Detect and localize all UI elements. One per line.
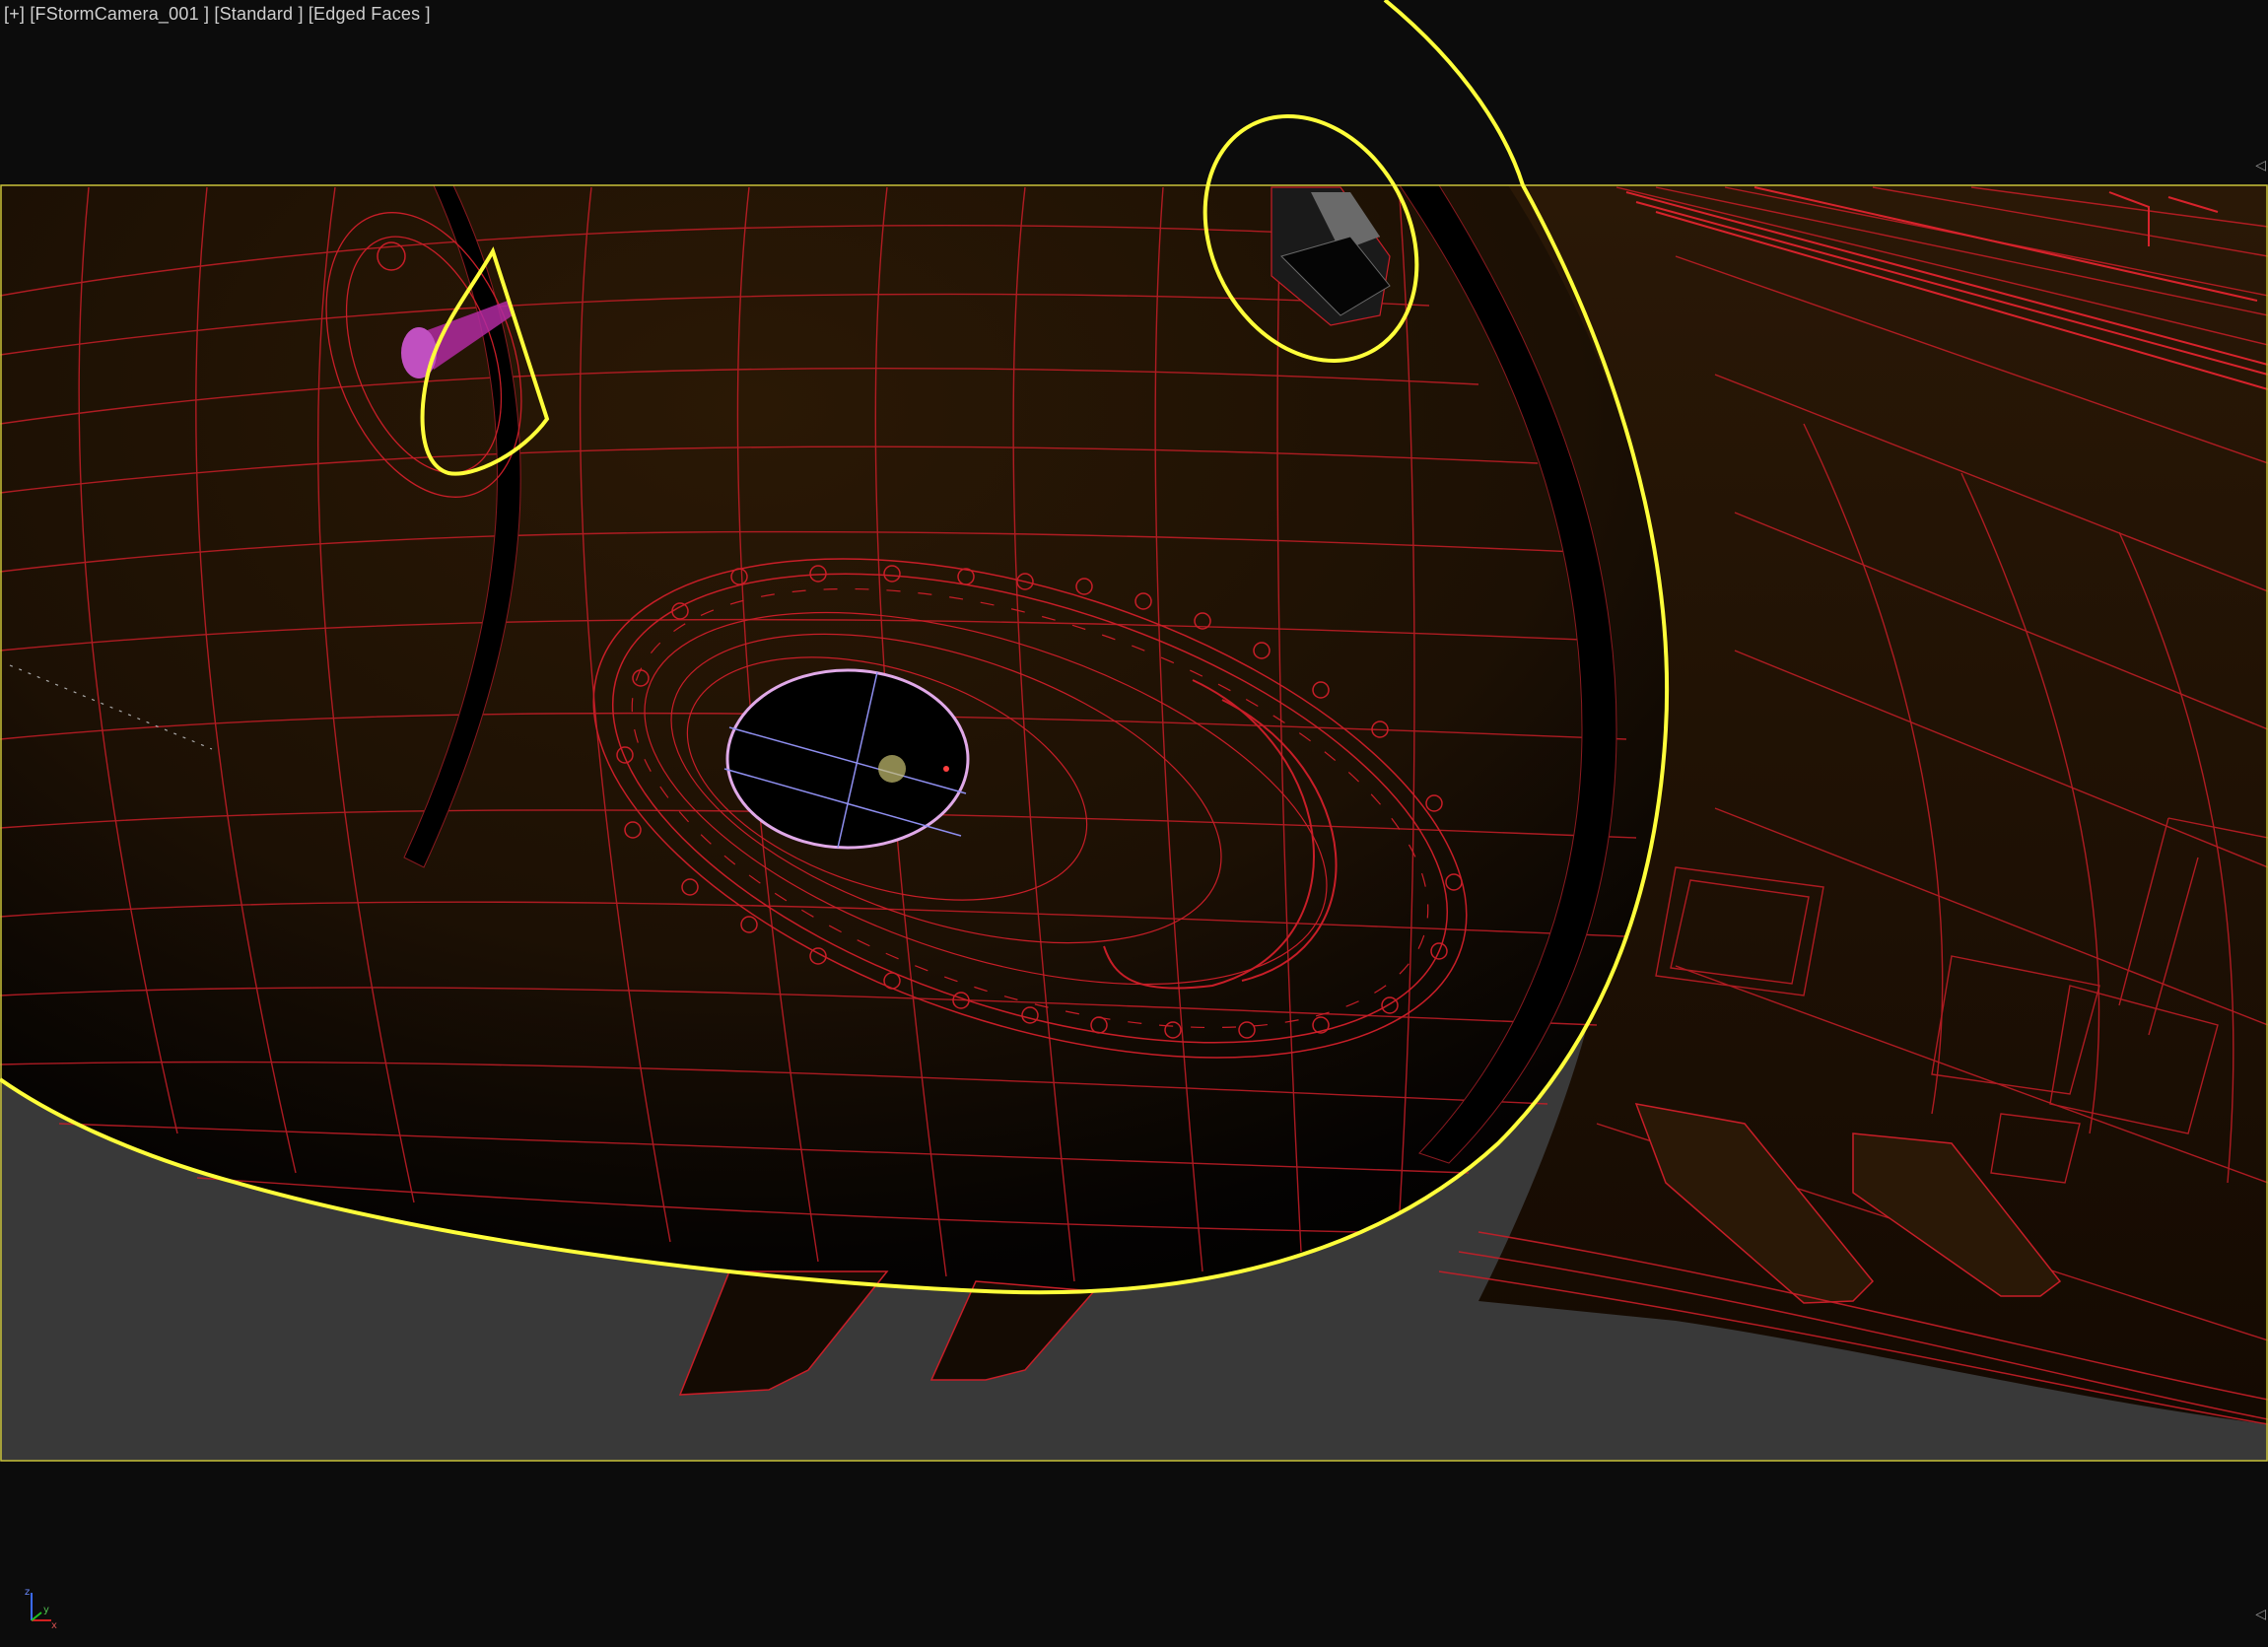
axis-y-label: y: [43, 1605, 49, 1615]
axis-gizmo-icon: z x y: [25, 1587, 57, 1630]
scrollbar-arrow-top[interactable]: ◁: [2255, 158, 2266, 173]
axis-x-label: x: [51, 1620, 57, 1630]
axis-z-label: z: [25, 1587, 30, 1598]
scene-canvas[interactable]: [0, 0, 2268, 1647]
viewport[interactable]: [+] [FStormCamera_001 ] [Standard ] [Edg…: [0, 0, 2268, 1647]
porthole-window: [725, 668, 970, 850]
scrollbar-arrow-bottom[interactable]: ◁: [2255, 1607, 2266, 1622]
viewport-label[interactable]: [+] [FStormCamera_001 ] [Standard ] [Edg…: [4, 4, 431, 25]
